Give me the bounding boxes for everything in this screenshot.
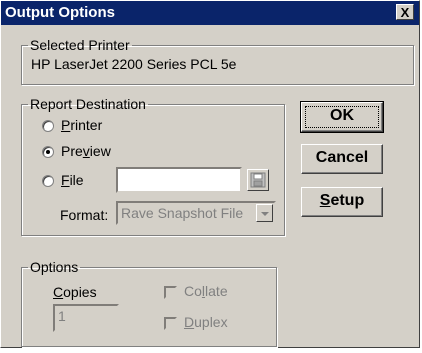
dropdown-arrow-icon[interactable] xyxy=(256,204,273,222)
cancel-button-label: Cancel xyxy=(315,149,369,166)
duplex-checkbox-box[interactable] xyxy=(164,317,177,330)
collate-label[interactable]: Collate xyxy=(184,283,228,299)
focus-rect xyxy=(305,106,379,128)
close-icon: X xyxy=(400,5,410,20)
selected-printer-legend: Selected Printer xyxy=(30,37,130,53)
copies-input[interactable]: 1 xyxy=(53,304,119,332)
format-select-value: Rave Snapshot File xyxy=(121,205,244,221)
setup-button-label: Setup xyxy=(319,192,365,209)
options-group: Options xyxy=(21,259,277,347)
browse-file-button[interactable] xyxy=(247,169,269,191)
copies-label: Copies xyxy=(53,284,97,300)
format-label: Format: xyxy=(60,207,109,223)
output-options-dialog: Output Options X Selected Printer HP Las… xyxy=(0,0,420,348)
save-icon xyxy=(250,172,266,188)
ok-button[interactable]: OK xyxy=(300,101,384,133)
printer-name: HP LaserJet 2200 Series PCL 5e xyxy=(31,56,237,72)
radio-printer-label[interactable]: Printer xyxy=(61,117,102,133)
collate-checkbox-box[interactable] xyxy=(164,286,177,299)
report-destination-legend: Report Destination xyxy=(30,96,146,112)
options-legend: Options xyxy=(30,259,79,275)
file-path-input[interactable] xyxy=(116,167,242,193)
radio-preview-label[interactable]: Preview xyxy=(61,143,111,159)
radio-file-button[interactable] xyxy=(42,175,54,187)
title-bar[interactable]: Output Options X xyxy=(1,1,419,25)
setup-button[interactable]: Setup xyxy=(301,187,383,217)
close-button[interactable]: X xyxy=(396,4,414,20)
cancel-button[interactable]: Cancel xyxy=(301,144,383,174)
duplex-label[interactable]: Duplex xyxy=(184,314,228,330)
format-select[interactable]: Rave Snapshot File xyxy=(116,201,276,225)
radio-printer-button[interactable] xyxy=(42,120,54,132)
radio-preview-button[interactable] xyxy=(42,146,54,158)
dialog-title: Output Options xyxy=(5,4,115,21)
radio-file-label[interactable]: File xyxy=(61,172,84,188)
